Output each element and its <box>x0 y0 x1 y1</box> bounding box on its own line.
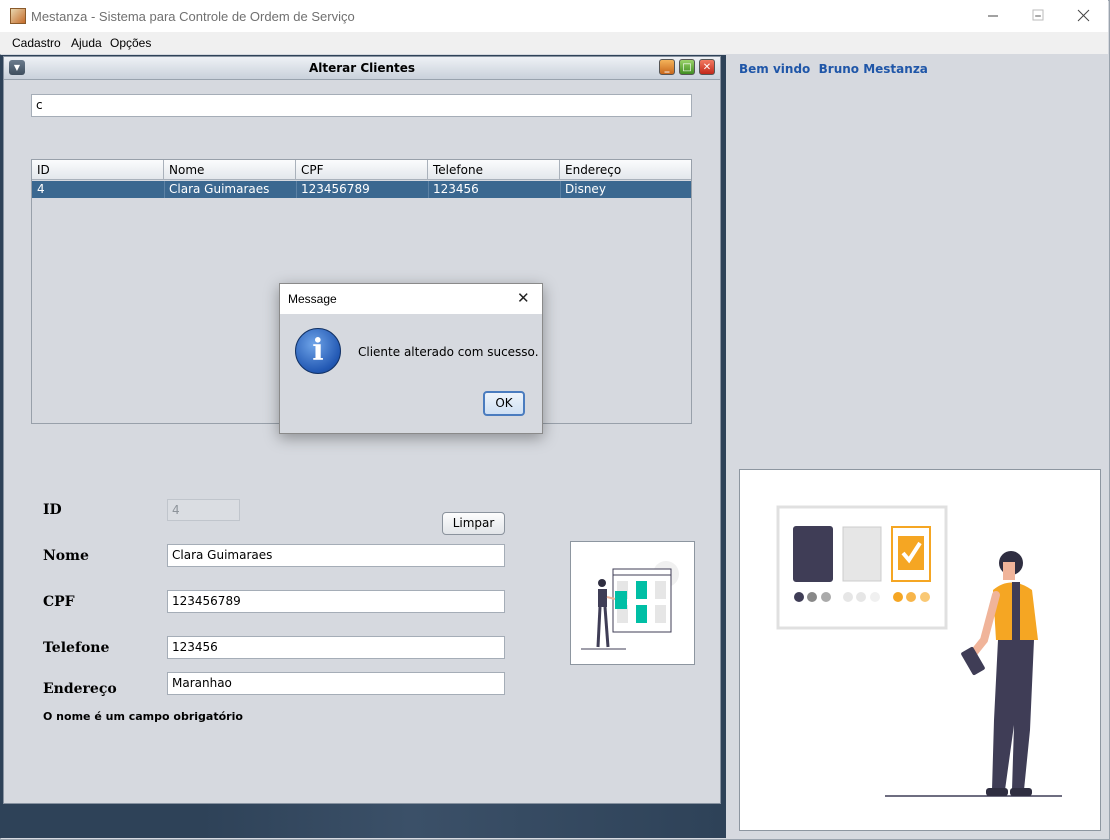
minimize-icon[interactable] <box>986 8 1000 22</box>
id-field: 4 <box>167 499 240 521</box>
cpf-label: CPF <box>43 594 75 610</box>
table-cell-endereco[interactable]: Disney <box>560 182 611 196</box>
dialog-close-icon[interactable]: ✕ <box>517 289 530 307</box>
dialog-title: Message <box>288 292 337 306</box>
desktop-background <box>200 800 726 838</box>
column-header-nome[interactable]: Nome <box>164 160 296 180</box>
welcome-text: Bem vindo Bruno Mestanza <box>739 62 928 76</box>
table-cell-telefone[interactable]: 123456 <box>428 182 484 196</box>
frame-close-icon[interactable]: ✕ <box>699 59 715 75</box>
welcome-user: Bruno Mestanza <box>818 62 928 76</box>
window-title: Mestanza - Sistema para Controle de Orde… <box>31 9 355 24</box>
menu-opcoes[interactable]: Opções <box>110 36 151 50</box>
telefone-field[interactable]: 123456 <box>167 636 505 659</box>
required-hint: O nome é um campo obrigatório <box>43 710 243 723</box>
id-label: ID <box>43 502 62 518</box>
limpar-button[interactable]: Limpar <box>442 512 505 535</box>
table-cell-nome[interactable]: Clara Guimaraes <box>164 182 274 196</box>
cpf-field[interactable]: 123456789 <box>167 590 505 613</box>
nome-field[interactable]: Clara Guimaraes <box>167 544 505 567</box>
menu-bar <box>0 32 1108 54</box>
telefone-label: Telefone <box>43 640 110 656</box>
cell-divider <box>296 181 297 198</box>
frame-maximize-icon[interactable]: □ <box>679 59 695 75</box>
menu-ajuda[interactable]: Ajuda <box>71 36 102 50</box>
search-input[interactable]: c <box>31 94 692 117</box>
column-header-telefone[interactable]: Telefone <box>428 160 560 180</box>
cell-divider <box>164 181 165 198</box>
column-header-endereco[interactable]: Endereço <box>560 160 691 180</box>
java-app-icon <box>10 8 26 24</box>
maximize-icon[interactable] <box>1032 9 1044 21</box>
dialog-message: Cliente alterado com sucesso. <box>358 345 539 359</box>
endereco-field[interactable]: Maranhao <box>167 672 505 695</box>
nome-label: Nome <box>43 548 89 564</box>
worker-illustration <box>739 469 1101 831</box>
cell-divider <box>560 181 561 198</box>
info-icon: i <box>295 328 341 374</box>
ok-button[interactable]: OK <box>483 391 525 416</box>
column-header-id[interactable]: ID <box>32 160 164 180</box>
column-header-cpf[interactable]: CPF <box>296 160 428 180</box>
form-illustration <box>570 541 695 665</box>
internal-frame-title: Alterar Clientes <box>308 61 416 75</box>
cell-divider <box>428 181 429 198</box>
welcome-prefix: Bem vindo <box>739 62 811 76</box>
menu-cadastro[interactable]: Cadastro <box>12 36 61 50</box>
frame-minimize-icon[interactable]: _ <box>659 59 675 75</box>
endereco-label: Endereço <box>43 681 117 697</box>
close-icon[interactable] <box>1077 9 1090 22</box>
table-cell-id[interactable]: 4 <box>32 182 50 196</box>
table-cell-cpf[interactable]: 123456789 <box>296 182 375 196</box>
